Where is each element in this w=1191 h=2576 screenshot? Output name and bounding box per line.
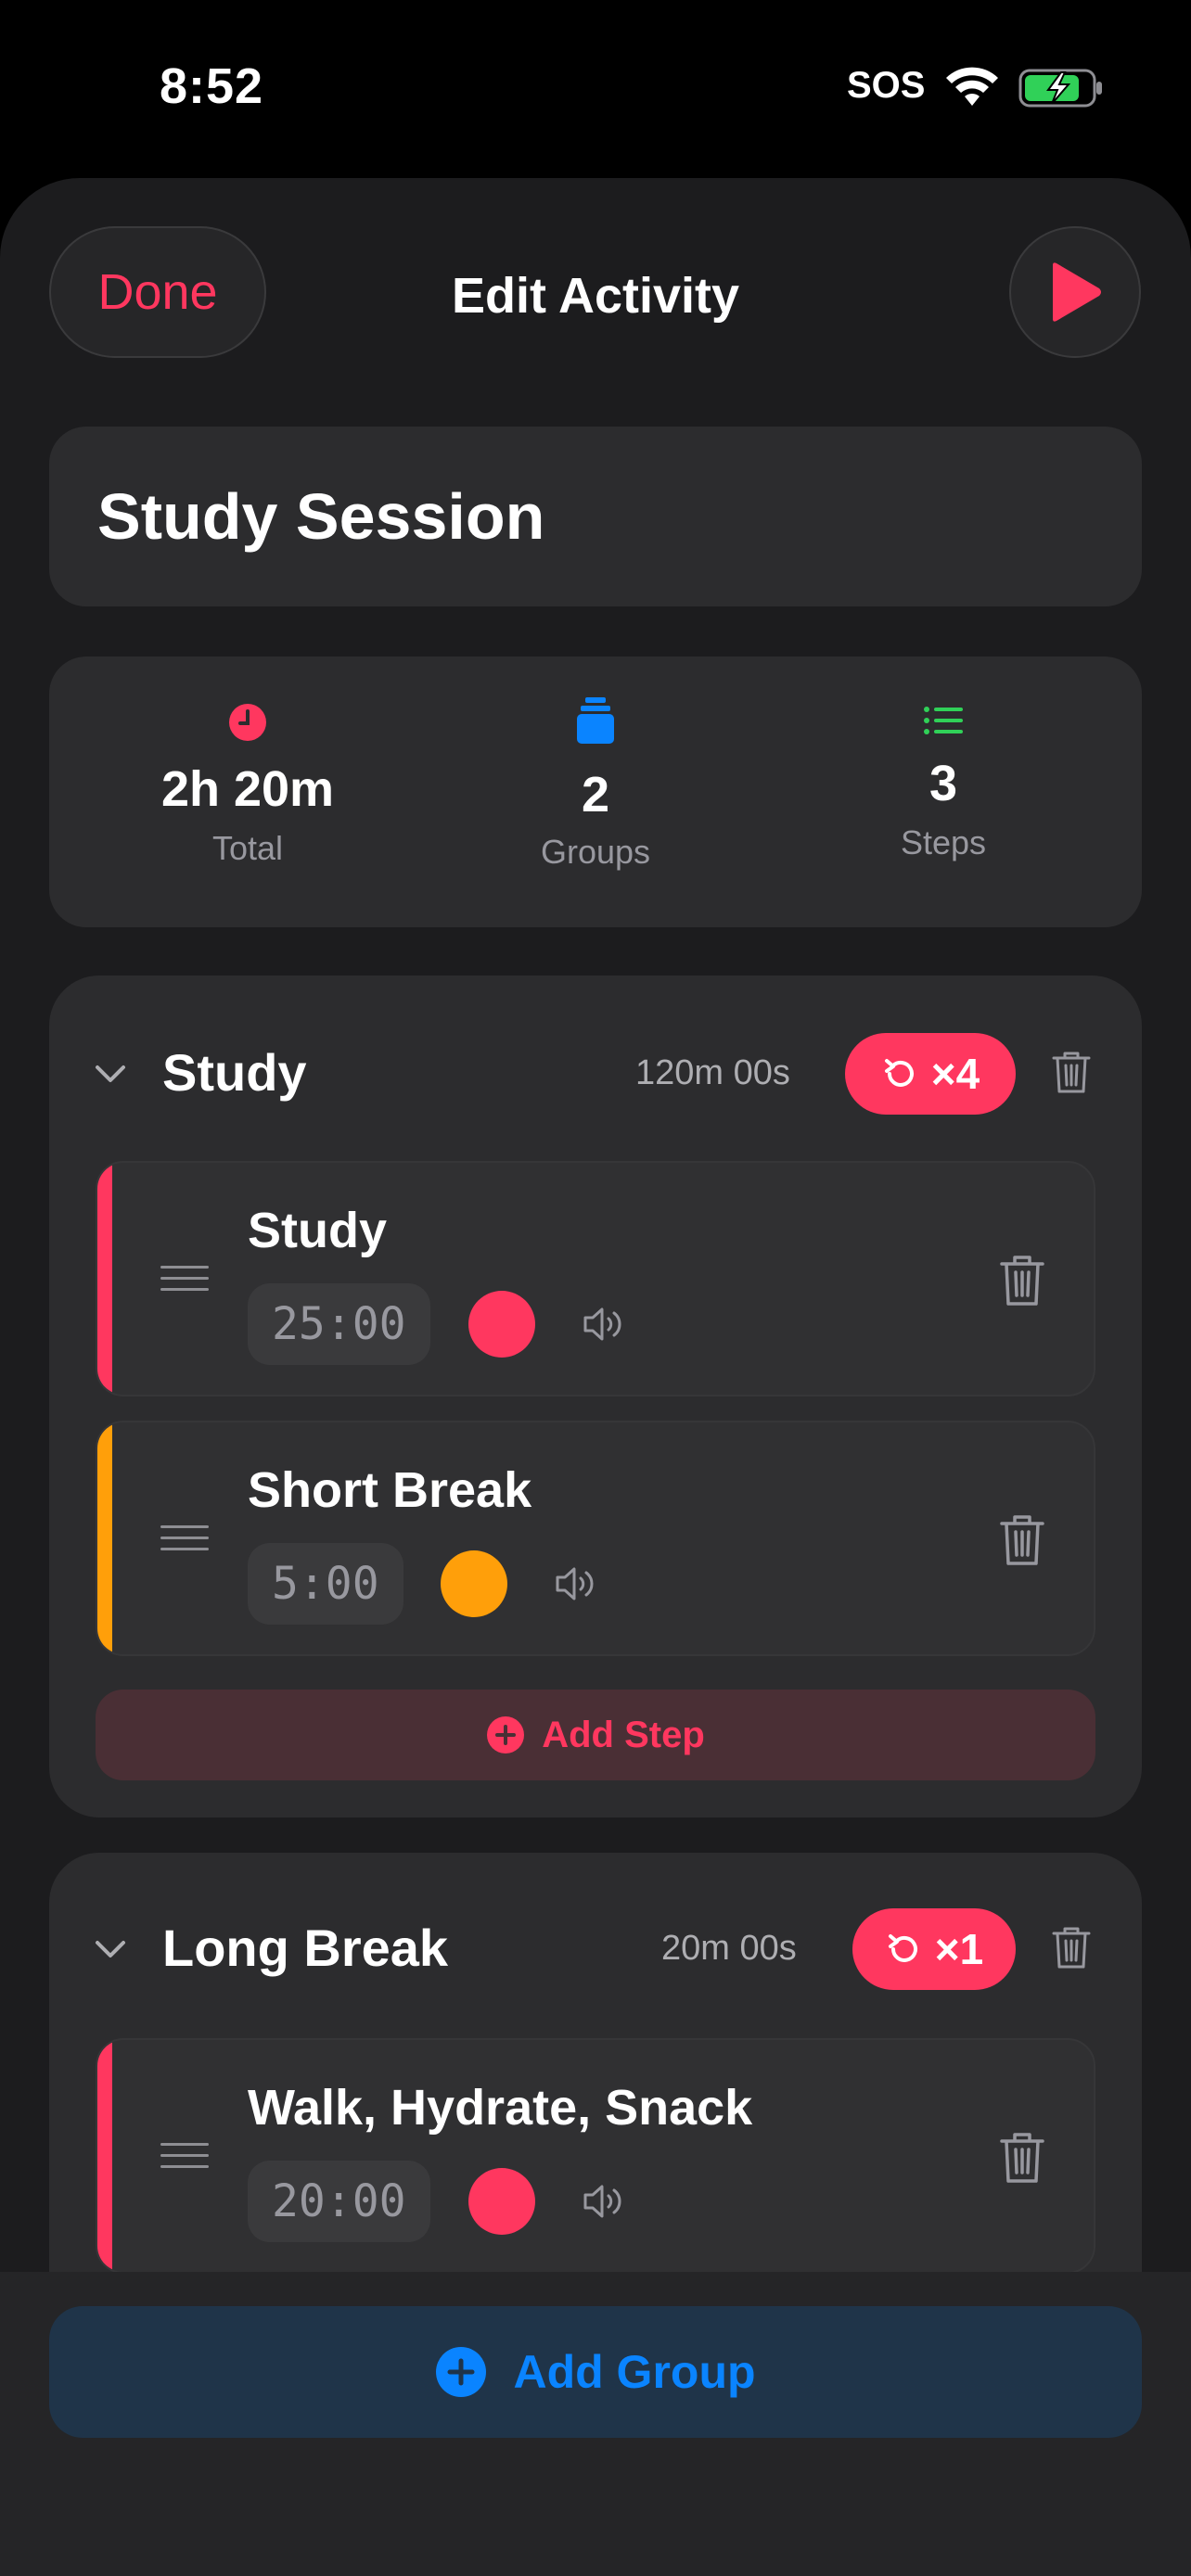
stat-total-value: 2h 20m: [160, 761, 335, 817]
add-group-label: Add Group: [513, 2346, 756, 2398]
group-card: Study 120m 00s ×4 Study 25:00 Short Brea…: [49, 976, 1142, 1817]
bottom-bar: Add Group: [0, 2272, 1191, 2576]
stat-steps-value: 3: [928, 756, 958, 811]
status-time: 8:52: [160, 58, 264, 114]
add-group-button[interactable]: Add Group: [49, 2306, 1142, 2438]
trash-icon[interactable]: [999, 2131, 1045, 2185]
plus-circle-icon: [436, 2347, 487, 2397]
repeat-icon: [884, 1059, 914, 1087]
wifi-icon: [946, 67, 998, 106]
clock-icon: [229, 704, 266, 741]
stat-groups-value: 2: [581, 767, 610, 823]
drag-handle-icon[interactable]: [160, 2142, 209, 2170]
step-color-swatch[interactable]: [468, 2168, 535, 2235]
trash-icon[interactable]: [999, 1254, 1045, 1307]
step-duration-field[interactable]: 20:00: [248, 2161, 430, 2242]
step-name[interactable]: Walk, Hydrate, Snack: [248, 2079, 752, 2136]
play-icon: [1053, 262, 1101, 322]
stat-groups: 2 Groups: [456, 657, 735, 927]
step-accent-bar: [97, 1163, 112, 1395]
speaker-icon[interactable]: [582, 2181, 626, 2222]
stat-steps: 3 Steps: [804, 657, 1082, 927]
trash-icon[interactable]: [1051, 1050, 1092, 1094]
step-color-swatch[interactable]: [441, 1550, 507, 1617]
stat-total: 2h 20m Total: [109, 657, 387, 927]
battery-charging-icon: [1018, 69, 1102, 108]
drag-handle-icon[interactable]: [160, 1524, 209, 1552]
play-button[interactable]: [1009, 226, 1141, 358]
repeat-badge[interactable]: ×4: [845, 1033, 1016, 1115]
list-icon: [924, 707, 963, 734]
plus-circle-icon: [487, 1716, 525, 1753]
status-bar: 8:52 SOS: [0, 0, 1191, 176]
group-name[interactable]: Long Break: [162, 1918, 448, 1978]
carrier-status: SOS: [847, 65, 926, 106]
activity-title: Study Session: [97, 480, 545, 553]
step-name[interactable]: Study: [248, 1202, 387, 1259]
step-color-swatch[interactable]: [468, 1291, 535, 1358]
stat-steps-label: Steps: [900, 823, 987, 861]
stats-card: 2h 20m Total 2 Groups 3 Steps: [49, 657, 1142, 927]
step-card[interactable]: Short Break 5:00: [96, 1421, 1095, 1656]
step-card[interactable]: Study 25:00: [96, 1161, 1095, 1396]
stat-groups-label: Groups: [540, 833, 651, 871]
activity-title-field[interactable]: Study Session: [49, 427, 1142, 606]
stack-icon: [577, 697, 614, 744]
chevron-down-icon[interactable]: [92, 1931, 129, 1968]
add-step-button[interactable]: Add Step: [96, 1690, 1095, 1780]
trash-icon[interactable]: [999, 1513, 1045, 1567]
step-duration-field[interactable]: 5:00: [248, 1543, 403, 1625]
step-accent-bar: [97, 1422, 112, 1654]
repeat-icon: [888, 1934, 917, 1962]
trash-icon[interactable]: [1051, 1925, 1092, 1970]
stat-total-label: Total: [211, 829, 284, 867]
drag-handle-icon[interactable]: [160, 1265, 209, 1293]
group-name[interactable]: Study: [162, 1042, 307, 1103]
speaker-icon[interactable]: [582, 1304, 626, 1345]
repeat-badge[interactable]: ×1: [852, 1908, 1016, 1990]
group-duration: 120m 00s: [635, 1053, 790, 1092]
step-name[interactable]: Short Break: [248, 1461, 531, 1519]
edit-activity-sheet: Done Edit Activity Study Session 2h 20m …: [0, 178, 1191, 2576]
speaker-icon[interactable]: [554, 1563, 598, 1604]
repeat-count: ×1: [934, 1925, 984, 1973]
group-duration: 20m 00s: [661, 1929, 797, 1968]
repeat-count: ×4: [930, 1050, 980, 1098]
step-accent-bar: [97, 2040, 112, 2272]
step-card[interactable]: Walk, Hydrate, Snack 20:00: [96, 2038, 1095, 2274]
step-duration-field[interactable]: 25:00: [248, 1283, 430, 1365]
chevron-down-icon[interactable]: [92, 1055, 129, 1092]
add-step-label: Add Step: [542, 1714, 705, 1755]
